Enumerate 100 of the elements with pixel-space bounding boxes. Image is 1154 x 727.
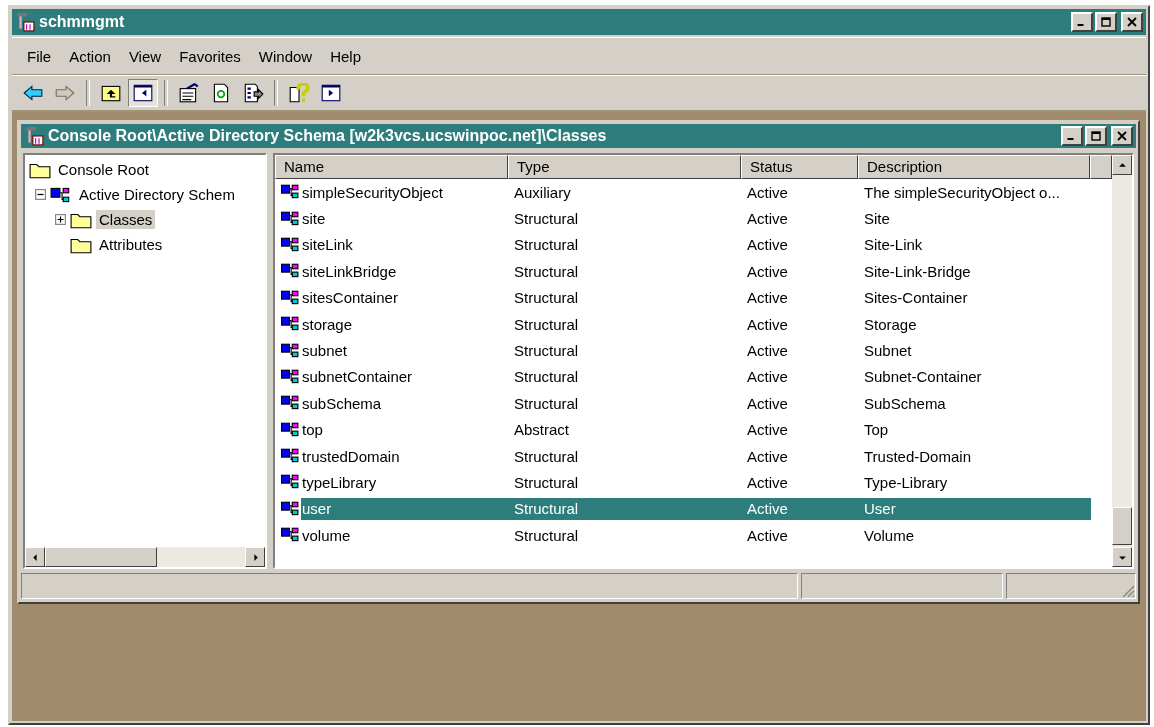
tree-item[interactable]: Active Directory Schem xyxy=(76,185,238,204)
table-cell-text: Type-Library xyxy=(863,474,949,491)
scrollbar-thumb[interactable] xyxy=(45,547,157,567)
column-header[interactable]: Description xyxy=(858,155,1090,179)
table-row[interactable]: subnetContainer Structural Active Subnet-Container xyxy=(301,365,1091,388)
class-icon xyxy=(281,500,299,517)
maximize-button[interactable] xyxy=(1085,126,1107,146)
table-row[interactable]: sitesContainer Structural Active Sites-Container xyxy=(301,286,1091,309)
table-cell-text: subnetContainer xyxy=(301,368,414,386)
menu-item[interactable]: Action xyxy=(60,47,120,65)
table-cell-text: Active xyxy=(746,315,789,333)
up-arrow-icon[interactable] xyxy=(1117,160,1127,170)
scrollbar-thumb[interactable] xyxy=(1112,507,1132,545)
close-icon xyxy=(1126,17,1138,27)
close-button[interactable] xyxy=(1111,126,1133,146)
left-arrow-icon[interactable] xyxy=(30,552,40,562)
table-cell-text: siteLinkBridge xyxy=(301,262,398,280)
window-title: Console Root\Active Directory Schema [w2k3vcs.ucswinpoc.net]\Classes xyxy=(48,127,607,145)
tree-item[interactable]: Classes xyxy=(96,210,156,229)
hammer-icon xyxy=(15,12,35,32)
tree-item[interactable]: Attributes xyxy=(96,235,166,254)
table-cell-text: Structural xyxy=(513,526,580,544)
table-row[interactable]: simpleSecurityObject Auxiliary Active The simpleSecurityObject o... xyxy=(301,181,1091,204)
table-cell-text: Site-Link xyxy=(863,236,924,254)
table-row[interactable]: typeLibrary Structural Active Type-Library xyxy=(301,471,1091,494)
column-header[interactable]: Status xyxy=(741,155,858,179)
resize-grip-icon[interactable] xyxy=(1121,584,1135,598)
table-cell-text: Active xyxy=(746,236,789,254)
table-cell-text: Active xyxy=(746,394,789,412)
table-cell-text: subnet xyxy=(301,342,349,360)
collapse-icon[interactable] xyxy=(35,189,46,200)
table-row[interactable]: volume Structural Active Volume xyxy=(301,524,1091,547)
table-cell-text: Active xyxy=(746,210,789,228)
table-cell-text: Subnet-Container xyxy=(863,368,983,386)
table-row[interactable]: subnet Structural Active Subnet xyxy=(301,339,1091,362)
table-cell-text: Volume xyxy=(863,526,916,544)
menu-item[interactable]: Help xyxy=(321,47,371,65)
table-cell-text: Sites-Container xyxy=(863,289,969,307)
table-row[interactable]: top Abstract Active Top xyxy=(301,418,1091,441)
table-cell-text: Subnet xyxy=(863,342,913,360)
table-row[interactable]: siteLinkBridge Structural Active Site-Link-Bridge xyxy=(301,260,1091,283)
table-cell-text: Structural xyxy=(513,368,580,386)
close-button[interactable] xyxy=(1121,12,1143,32)
table-cell-text: Active xyxy=(746,183,789,201)
table-cell-text: Structural xyxy=(513,500,580,518)
table-cell-text: trustedDomain xyxy=(301,447,401,465)
table-cell-text: Active xyxy=(746,526,789,544)
class-icon xyxy=(281,289,299,306)
table-row[interactable]: subSchema Structural Active SubSchema xyxy=(301,392,1091,415)
table-row[interactable]: user Structural Active User xyxy=(301,497,1091,520)
expand-icon[interactable] xyxy=(55,214,66,225)
class-icon xyxy=(281,263,299,280)
minimize-button[interactable] xyxy=(1061,126,1083,146)
vertical-scrollbar[interactable] xyxy=(1112,155,1132,567)
table-cell-text: Active xyxy=(746,421,789,439)
column-header[interactable]: Type xyxy=(508,155,741,179)
menu-item[interactable]: Favorites xyxy=(170,47,250,65)
table-cell-text: simpleSecurityObject xyxy=(301,183,444,201)
table-row[interactable]: site Structural Active Site xyxy=(301,207,1091,230)
class-icon xyxy=(281,184,299,201)
table-row[interactable]: siteLink Structural Active Site-Link xyxy=(301,233,1091,256)
minimize-icon xyxy=(1067,138,1074,140)
table-cell-text: Structural xyxy=(513,447,580,465)
schema-icon xyxy=(50,185,72,204)
table-cell-text: Structural xyxy=(513,210,580,228)
maximize-icon xyxy=(1100,17,1112,27)
tree-toggle-button[interactable] xyxy=(128,79,158,107)
class-icon xyxy=(281,316,299,333)
table-cell-text: The simpleSecurityObject o... xyxy=(863,183,1061,201)
class-icon xyxy=(281,395,299,412)
table-cell-text: Structural xyxy=(513,315,580,333)
class-icon xyxy=(281,368,299,385)
table-cell-text: Auxiliary xyxy=(513,183,572,201)
horizontal-scrollbar[interactable] xyxy=(25,547,265,567)
table-cell-text: Active xyxy=(746,474,789,491)
menu-item[interactable]: View xyxy=(119,47,171,65)
table-cell-text: Active xyxy=(746,500,789,518)
table-row[interactable]: storage Structural Active Storage xyxy=(301,313,1091,336)
minimize-button[interactable] xyxy=(1071,12,1093,32)
table-cell-text: Active xyxy=(746,368,789,386)
maximize-icon xyxy=(1090,131,1102,141)
table-cell-text: User xyxy=(863,500,897,518)
table-cell-text: Active xyxy=(746,447,789,465)
menu-item[interactable]: Window xyxy=(249,47,322,65)
class-icon xyxy=(281,210,299,227)
close-icon xyxy=(1116,131,1128,141)
class-icon xyxy=(281,527,299,544)
table-row[interactable]: trustedDomain Structural Active Trusted-Domain xyxy=(301,445,1091,468)
column-header[interactable]: Name xyxy=(275,155,508,179)
table-cell-text: storage xyxy=(301,315,354,333)
table-cell-text: Active xyxy=(746,342,789,360)
tree-item[interactable]: Console Root xyxy=(55,160,152,179)
window-title: schmmgmt xyxy=(39,13,125,31)
table-cell-text: subSchema xyxy=(301,394,383,412)
table-cell-text: Structural xyxy=(513,342,580,360)
minimize-icon xyxy=(1077,24,1084,26)
maximize-button[interactable] xyxy=(1095,12,1117,32)
table-cell-text: top xyxy=(301,421,324,439)
table-cell-text: volume xyxy=(301,526,352,544)
menu-item[interactable]: File xyxy=(18,47,61,65)
